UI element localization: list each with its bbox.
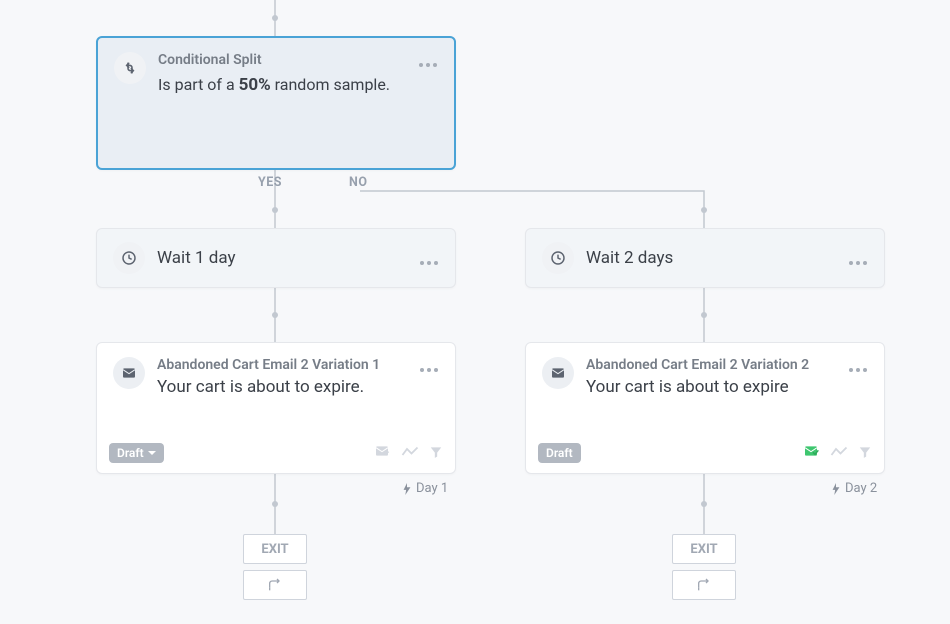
wait-node-left[interactable]: Wait 1 day	[96, 228, 456, 288]
filter-icon[interactable]	[858, 444, 872, 463]
clock-icon	[113, 242, 145, 274]
day-label-right: Day 2	[831, 481, 877, 496]
status-badge-left[interactable]: Draft	[109, 443, 164, 463]
split-title: Conditional Split	[158, 52, 390, 68]
preview-icon[interactable]	[373, 443, 391, 463]
status-badge-right[interactable]: Draft	[538, 443, 581, 463]
conditional-split-node[interactable]: Conditional Split Is part of a 50% rando…	[96, 36, 456, 170]
email-title-right: Abandoned Cart Email 2 Variation 2	[586, 357, 809, 373]
wait-node-right[interactable]: Wait 2 days	[525, 228, 885, 288]
wait-text-right: Wait 2 days	[586, 248, 673, 268]
clock-icon	[542, 242, 574, 274]
exit-button-left[interactable]: EXIT	[243, 534, 307, 564]
email-node-left[interactable]: Abandoned Cart Email 2 Variation 1 Your …	[96, 342, 456, 474]
split-icon	[114, 52, 146, 84]
route-button-left[interactable]	[243, 570, 307, 600]
exit-button-right[interactable]: EXIT	[672, 534, 736, 564]
filter-icon[interactable]	[429, 444, 443, 463]
preview-icon[interactable]	[802, 443, 820, 463]
email-title-left: Abandoned Cart Email 2 Variation 1	[157, 357, 380, 373]
email-subject-right: Your cart is about to expire	[586, 377, 809, 397]
email-subject-left: Your cart is about to expire.	[157, 377, 380, 397]
yes-label: YES	[258, 175, 282, 190]
wait-text-left: Wait 1 day	[157, 248, 236, 268]
analytics-icon[interactable]	[830, 444, 848, 463]
split-description: Is part of a 50% random sample.	[158, 74, 390, 98]
more-button[interactable]	[846, 250, 870, 268]
email-node-right[interactable]: Abandoned Cart Email 2 Variation 2 Your …	[525, 342, 885, 474]
analytics-icon[interactable]	[401, 444, 419, 463]
day-label-left: Day 1	[402, 481, 448, 496]
more-button[interactable]	[417, 250, 441, 268]
route-button-right[interactable]	[672, 570, 736, 600]
no-label: NO	[349, 175, 367, 190]
mail-icon	[542, 357, 574, 389]
more-button[interactable]	[416, 52, 440, 70]
more-button[interactable]	[417, 357, 441, 375]
more-button[interactable]	[846, 357, 870, 375]
mail-icon	[113, 357, 145, 389]
